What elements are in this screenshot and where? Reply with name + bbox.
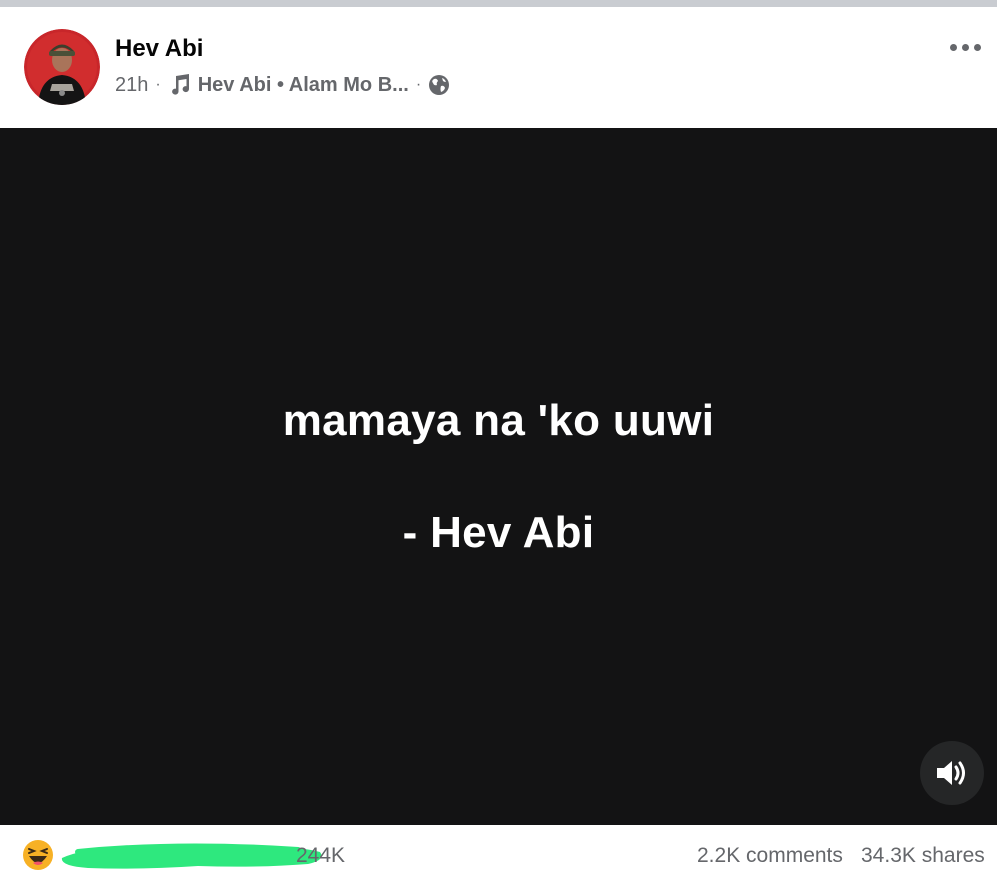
more-dots-icon-3 xyxy=(973,43,981,51)
post-time[interactable]: 21h xyxy=(115,74,148,97)
haha-emoji-icon[interactable] xyxy=(22,839,54,871)
more-dots-icon xyxy=(949,43,957,51)
music-note-icon xyxy=(168,73,192,97)
top-divider xyxy=(0,0,997,7)
video-player[interactable]: mamaya na 'ko uuwi - Hev Abi xyxy=(0,128,997,825)
author-avatar[interactable] xyxy=(24,29,100,105)
redaction-mark xyxy=(61,843,322,869)
globe-icon xyxy=(428,74,450,96)
reaction-count[interactable]: 244K xyxy=(296,844,345,868)
comments-count[interactable]: 2.2K comments xyxy=(697,844,843,868)
volume-button[interactable] xyxy=(920,741,984,805)
lyric-text: mamaya na 'ko uuwi xyxy=(282,396,715,445)
post-meta: 21h · Hev Abi • Alam Mo B... · xyxy=(115,71,450,99)
more-options-button[interactable] xyxy=(945,37,985,57)
audio-link[interactable]: Hev Abi • Alam Mo B... xyxy=(198,74,409,97)
author-name[interactable]: Hev Abi xyxy=(115,35,203,63)
meta-separator: · xyxy=(155,76,161,93)
shares-count[interactable]: 34.3K shares xyxy=(861,844,985,868)
avatar-image xyxy=(24,29,100,105)
volume-icon xyxy=(937,761,965,785)
post-footer: 244K 2.2K comments 34.3K shares xyxy=(0,825,997,872)
lyric-attribution: - Hev Abi xyxy=(402,508,595,557)
meta-separator-2: · xyxy=(415,76,422,93)
more-dots-icon-2 xyxy=(961,43,969,51)
post-header: Hev Abi 21h · Hev Abi • Alam Mo B... · xyxy=(0,7,997,128)
